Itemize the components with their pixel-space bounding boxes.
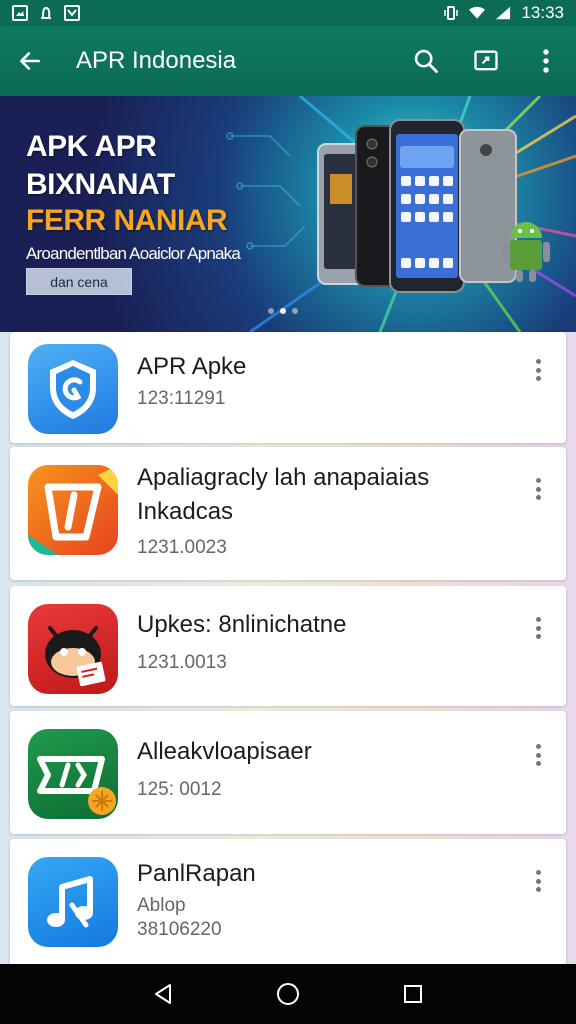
app-meta: 125: 0012 [137, 779, 222, 800]
banner-cta-button[interactable]: dan cena [26, 268, 132, 295]
app-icon [28, 604, 118, 694]
app-meta: 123:11291 [137, 388, 226, 409]
app-bar: APR Indonesia [0, 26, 576, 96]
app-name: Upkes: 8nlinichatne [137, 611, 347, 638]
music-note-icon [47, 876, 93, 928]
search-icon [414, 49, 438, 73]
back-icon [154, 984, 171, 1004]
more-vertical-icon[interactable] [528, 356, 548, 384]
nav-back-button[interactable] [138, 969, 188, 1019]
app-meta-line2: 38106220 [137, 919, 222, 940]
list-item[interactable]: Upkes: 8nlinichatne 1231.0013 [10, 586, 566, 706]
image-icon [12, 5, 28, 21]
arrow-left-icon [20, 52, 40, 70]
pager-dot-active[interactable] [280, 308, 286, 314]
page-title: APR Indonesia [76, 47, 237, 74]
app-icon [28, 344, 118, 434]
cast-button[interactable] [456, 26, 516, 96]
more-vertical-icon[interactable] [528, 867, 548, 895]
overflow-menu-button[interactable] [516, 26, 576, 96]
more-vertical-icon[interactable] [528, 475, 548, 503]
more-vertical-icon [543, 49, 549, 73]
notification-icon [38, 5, 54, 21]
app-name: APR Apke [137, 353, 247, 380]
nav-recents-button[interactable] [388, 969, 438, 1019]
app-icon [28, 857, 118, 947]
status-right-icons: 13:33 [443, 3, 564, 23]
mail-icon [64, 5, 80, 21]
promo-banner[interactable]: APK APR BIXNANAT FERR NANIAR Aroandentlb… [0, 96, 576, 332]
list-item[interactable]: Apaliagracly lah anapaiaias Inkadcas 123… [10, 447, 566, 580]
app-name: Apaliagracly lah anapaiaias [137, 464, 430, 491]
app-name: Alleakvloapisaer [137, 738, 312, 765]
flag-icon [28, 465, 118, 555]
status-bar: 13:33 [0, 0, 576, 26]
app-name-line2: Inkadcas [137, 498, 234, 525]
shield-icon [50, 360, 96, 419]
app-name: PanlRapan [137, 860, 256, 887]
system-nav-bar [0, 964, 576, 1024]
android-mascot-icon [45, 626, 106, 687]
ticket-icon [37, 756, 116, 815]
status-time: 13:33 [521, 3, 564, 22]
signal-icon [495, 5, 511, 21]
cast-icon [474, 50, 498, 71]
wifi-icon [469, 5, 486, 21]
pager-dot[interactable] [268, 308, 274, 314]
recents-icon [404, 985, 423, 1003]
search-button[interactable] [396, 26, 456, 96]
pager-dot[interactable] [292, 308, 298, 314]
nav-home-button[interactable] [263, 969, 313, 1019]
banner-heading-1: APK APR [26, 130, 157, 163]
status-left-icons [12, 5, 80, 21]
app-meta: Ablop [137, 895, 186, 916]
more-vertical-icon[interactable] [528, 614, 548, 642]
vibrate-icon [443, 5, 459, 21]
back-button[interactable] [0, 26, 60, 96]
home-icon [276, 983, 299, 1005]
banner-subtitle: Aroandentlban Aoaiclor Apnaka [26, 244, 241, 263]
list-item[interactable]: PanlRapan Ablop 38106220 [10, 839, 566, 964]
list-item[interactable]: Alleakvloapisaer 125: 0012 [10, 711, 566, 834]
banner-pager-dots [268, 308, 298, 314]
app-icon [28, 729, 118, 819]
list-item[interactable]: APR Apke 123:11291 [10, 332, 566, 443]
more-vertical-icon[interactable] [528, 741, 548, 769]
phones-illustration [317, 119, 550, 293]
app-icon [28, 465, 118, 555]
banner-heading-3: FERR NANIAR [26, 204, 228, 237]
banner-heading-2: BIXNANAT [26, 168, 175, 201]
app-meta: 1231.0023 [137, 537, 227, 558]
app-meta: 1231.0013 [137, 652, 227, 673]
